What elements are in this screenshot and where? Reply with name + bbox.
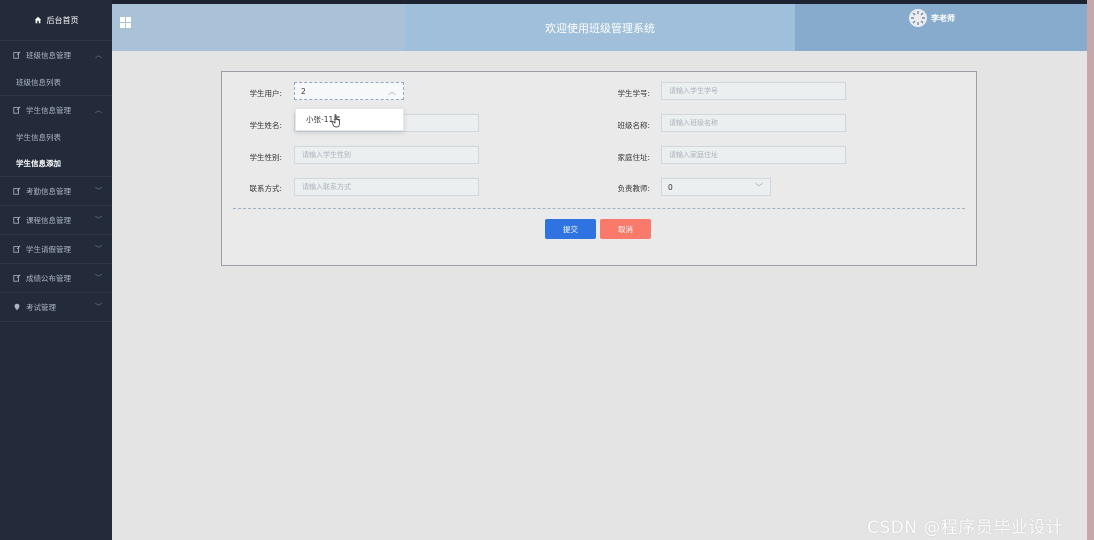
chevron-down-icon: ﹀	[95, 274, 102, 282]
edit-icon	[12, 187, 21, 196]
student-user-select[interactable]: 2 ︿	[294, 82, 404, 100]
teacher-select[interactable]: 0 ﹀	[661, 178, 771, 196]
sidebar-item-student-management[interactable]: 学生信息管理 ︿	[0, 96, 112, 124]
right-edge-strip	[1087, 0, 1094, 540]
loading-spinner-icon	[911, 11, 925, 25]
chevron-down-icon: ﹀	[95, 303, 102, 311]
watermark: CSDN @程序员毕业设计	[867, 518, 1064, 538]
label-contact: 联系方式:	[249, 184, 282, 193]
sidebar-item-course[interactable]: 课程信息管理 ﹀	[0, 206, 112, 234]
chevron-down-icon: ﹀	[95, 245, 102, 253]
home-address-input[interactable]: 请输入家庭住址	[661, 146, 846, 164]
label-student-no: 学生学号:	[617, 89, 650, 98]
label-home-address: 家庭住址:	[617, 153, 650, 162]
avatar[interactable]	[909, 9, 927, 27]
sidebar-item-class-list[interactable]: 班级信息列表	[0, 69, 112, 95]
location-pin-icon	[12, 303, 21, 312]
sidebar-group-course: 课程信息管理 ﹀	[0, 205, 112, 234]
sidebar-item-student-list[interactable]: 学生信息列表	[0, 124, 112, 150]
student-no-input[interactable]: 请输入学生学号	[661, 82, 846, 100]
header-title-box: 欢迎使用班级管理系统	[405, 4, 795, 51]
sidebar-item-grades[interactable]: 成绩公布管理 ﹀	[0, 264, 112, 292]
page-title: 欢迎使用班级管理系统	[545, 21, 655, 35]
class-name-input[interactable]: 请输入班级名称	[661, 114, 846, 132]
student-form-card: 学生用户: 2 ︿ 学生学号: 请输入学生学号 学生姓名: 班级名称: 请输入班…	[221, 71, 977, 266]
sidebar-home[interactable]: 后台首页	[0, 0, 112, 40]
sidebar: 后台首页 班级信息管理 ︿ 班级信息列表 学生信息管理 ︿ 学生信息列表 学生信…	[0, 0, 112, 540]
sidebar-group-attendance: 考勤信息管理 ﹀	[0, 176, 112, 205]
edit-icon	[12, 274, 21, 283]
edit-icon	[12, 106, 21, 115]
chevron-down-icon: ﹀	[95, 187, 102, 195]
menu-grid-icon[interactable]	[120, 17, 131, 28]
sidebar-item-exam[interactable]: 考试管理 ﹀	[0, 293, 112, 321]
contact-input[interactable]: 请输入联系方式	[294, 178, 479, 196]
sidebar-group-class: 班级信息管理 ︿ 班级信息列表	[0, 40, 112, 95]
student-user-dropdown-option[interactable]: 小张-11号	[295, 108, 404, 131]
sidebar-item-leave[interactable]: 学生请假管理 ﹀	[0, 235, 112, 263]
chevron-up-icon: ︿	[95, 106, 102, 114]
user-name[interactable]: 李老师	[931, 13, 955, 24]
label-student-gender: 学生性别:	[249, 153, 282, 162]
sidebar-home-label: 后台首页	[46, 15, 79, 25]
label-student-name: 学生姓名:	[249, 121, 282, 130]
sidebar-group-grades: 成绩公布管理 ﹀	[0, 263, 112, 292]
header-user-box: 李老师	[795, 4, 1087, 51]
header-bar: 欢迎使用班级管理系统 李老师	[112, 4, 1087, 51]
hand-cursor-icon	[331, 114, 340, 128]
student-user-value: 2	[301, 86, 306, 96]
submit-button[interactable]: 提交	[545, 219, 596, 239]
sidebar-item-class-management[interactable]: 班级信息管理 ︿	[0, 41, 112, 69]
chevron-up-icon: ︿	[95, 51, 102, 59]
home-icon	[34, 16, 41, 24]
edit-icon	[12, 245, 21, 254]
label-class-name: 班级名称:	[617, 121, 650, 130]
edit-icon	[12, 216, 21, 225]
student-gender-input[interactable]: 请输入学生性别	[294, 146, 479, 164]
chevron-up-icon: ︿	[388, 87, 396, 96]
teacher-value: 0	[668, 182, 673, 192]
cancel-button[interactable]: 取消	[600, 219, 651, 239]
label-teacher: 负责教师:	[617, 184, 650, 193]
sidebar-group-leave: 学生请假管理 ﹀	[0, 234, 112, 263]
form-divider	[233, 208, 965, 209]
chevron-down-icon: ﹀	[95, 216, 102, 224]
sidebar-group-student: 学生信息管理 ︿ 学生信息列表 学生信息添加	[0, 95, 112, 176]
label-student-user: 学生用户:	[249, 89, 282, 98]
sidebar-group-exam: 考试管理 ﹀	[0, 292, 112, 322]
chevron-down-icon: ﹀	[755, 183, 763, 192]
sidebar-item-attendance[interactable]: 考勤信息管理 ﹀	[0, 177, 112, 205]
sidebar-item-student-add[interactable]: 学生信息添加	[0, 150, 112, 176]
edit-icon	[12, 51, 21, 60]
